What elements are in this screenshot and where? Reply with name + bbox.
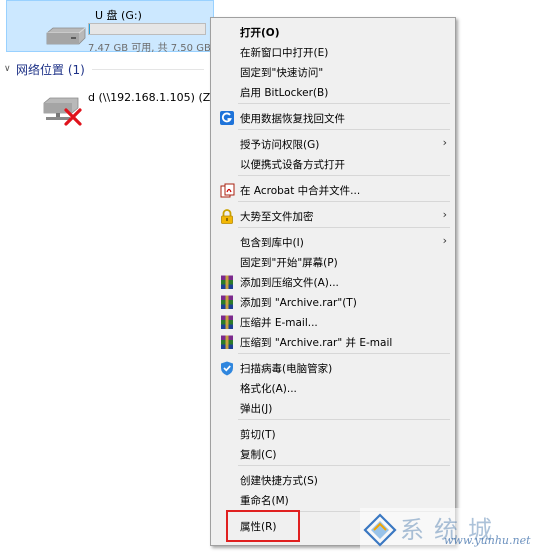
- usb-drive-capacity-fill: [89, 24, 91, 34]
- menu-item-9[interactable]: 大势至文件加密 ›: [213, 206, 453, 226]
- menu-item-6[interactable]: 授予访问权限(G) ›: [213, 134, 453, 154]
- menu-item-12[interactable]: 添加到压缩文件(A)...: [213, 272, 453, 292]
- menu-item-22[interactable]: 重命名(M): [213, 490, 453, 510]
- shield-icon: [219, 360, 235, 376]
- network-locations-header[interactable]: ∨ 网络位置 (1): [4, 61, 85, 77]
- group-divider: [92, 69, 204, 70]
- menu-item-15[interactable]: 压缩到 "Archive.rar" 并 E-mail: [213, 332, 453, 352]
- menu-item-10[interactable]: 包含到库中(I) ›: [213, 232, 453, 252]
- menu-item-18[interactable]: 弹出(J): [213, 398, 453, 418]
- chevron-right-icon: ›: [442, 136, 447, 149]
- menu-item-label: 重命名(M): [240, 495, 289, 507]
- menu-item-label: 授予访问权限(G): [240, 139, 320, 151]
- winrar-icon: [219, 294, 235, 310]
- watermark: 系统城 www.yunhu.net: [360, 508, 541, 552]
- chevron-down-icon: ∨: [4, 64, 11, 74]
- menu-separator: [238, 353, 450, 354]
- menu-item-label: 创建快捷方式(S): [240, 475, 318, 487]
- menu-item-label: 添加到压缩文件(A)...: [240, 277, 339, 289]
- menu-item-17[interactable]: 格式化(A)...: [213, 378, 453, 398]
- menu-item-label: 大势至文件加密: [240, 211, 314, 223]
- usb-drive-size-text: 7.47 GB 可用, 共 7.50 GB: [88, 43, 211, 54]
- menu-item-label: 压缩并 E-mail...: [240, 317, 318, 329]
- menu-item-19[interactable]: 剪切(T): [213, 424, 453, 444]
- menu-separator: [238, 175, 450, 176]
- menu-item-label: 扫描病毒(电脑管家): [240, 363, 333, 375]
- menu-item-13[interactable]: 添加到 "Archive.rar"(T): [213, 292, 453, 312]
- network-drive-disconnected-icon[interactable]: [42, 96, 84, 126]
- menu-item-14[interactable]: 压缩并 E-mail...: [213, 312, 453, 332]
- usb-drive-name: U 盘 (G:): [95, 9, 142, 22]
- menu-item-label: 添加到 "Archive.rar"(T): [240, 297, 357, 309]
- menu-item-label: 启用 BitLocker(B): [240, 87, 329, 99]
- menu-item-label: 在新窗口中打开(E): [240, 47, 329, 59]
- menu-item-16[interactable]: 扫描病毒(电脑管家): [213, 358, 453, 378]
- menu-item-1[interactable]: 打开(O): [213, 22, 453, 42]
- menu-separator: [238, 419, 450, 420]
- menu-item-label: 固定到"快速访问": [240, 67, 324, 79]
- menu-item-label: 包含到库中(I): [240, 237, 304, 249]
- usb-drive-capacity-bar: [88, 23, 206, 35]
- network-locations-title: 网络位置 (1): [16, 62, 85, 77]
- menu-separator: [238, 129, 450, 130]
- watermark-url: www.yunhu.net: [444, 534, 531, 547]
- winrar-icon: [219, 314, 235, 330]
- menu-item-label: 压缩到 "Archive.rar" 并 E-mail: [240, 337, 393, 349]
- lock-icon: [219, 208, 235, 224]
- chevron-right-icon: ›: [442, 234, 447, 247]
- menu-item-label: 格式化(A)...: [240, 383, 297, 395]
- usb-drive-icon: [46, 27, 86, 45]
- menu-item-20[interactable]: 复制(C): [213, 444, 453, 464]
- menu-separator: [238, 103, 450, 104]
- menu-item-5[interactable]: 使用数据恢复找回文件: [213, 108, 453, 128]
- menu-item-3[interactable]: 固定到"快速访问": [213, 62, 453, 82]
- menu-item-7[interactable]: 以便携式设备方式打开: [213, 154, 453, 174]
- winrar-icon: [219, 274, 235, 290]
- properties-highlight-box: [226, 510, 300, 542]
- recovery-icon: [219, 110, 235, 126]
- menu-item-4[interactable]: 启用 BitLocker(B): [213, 82, 453, 102]
- menu-separator: [238, 227, 450, 228]
- menu-separator: [238, 201, 450, 202]
- menu-item-label: 使用数据恢复找回文件: [240, 113, 345, 125]
- menu-item-label: 剪切(T): [240, 429, 276, 441]
- menu-item-label: 弹出(J): [240, 403, 273, 415]
- watermark-logo-icon: [363, 513, 397, 547]
- menu-item-label: 复制(C): [240, 449, 277, 461]
- winrar-icon: [219, 334, 235, 350]
- menu-item-11[interactable]: 固定到"开始"屏幕(P): [213, 252, 453, 272]
- chevron-right-icon: ›: [442, 208, 447, 221]
- menu-item-8[interactable]: 在 Acrobat 中合并文件...: [213, 180, 453, 200]
- menu-item-label: 固定到"开始"屏幕(P): [240, 257, 338, 269]
- network-drive-name[interactable]: d (\\192.168.1.105) (Z:): [88, 91, 218, 104]
- menu-item-label: 打开(O): [240, 27, 280, 39]
- menu-item-21[interactable]: 创建快捷方式(S): [213, 470, 453, 490]
- menu-item-label: 以便携式设备方式打开: [240, 159, 345, 171]
- menu-item-label: 在 Acrobat 中合并文件...: [240, 185, 361, 197]
- context-menu: 打开(O) 在新窗口中打开(E) 固定到"快速访问" 启用 BitLocker(B) 使…: [210, 17, 456, 546]
- acrobat-icon: [219, 182, 235, 198]
- menu-item-2[interactable]: 在新窗口中打开(E): [213, 42, 453, 62]
- menu-separator: [238, 465, 450, 466]
